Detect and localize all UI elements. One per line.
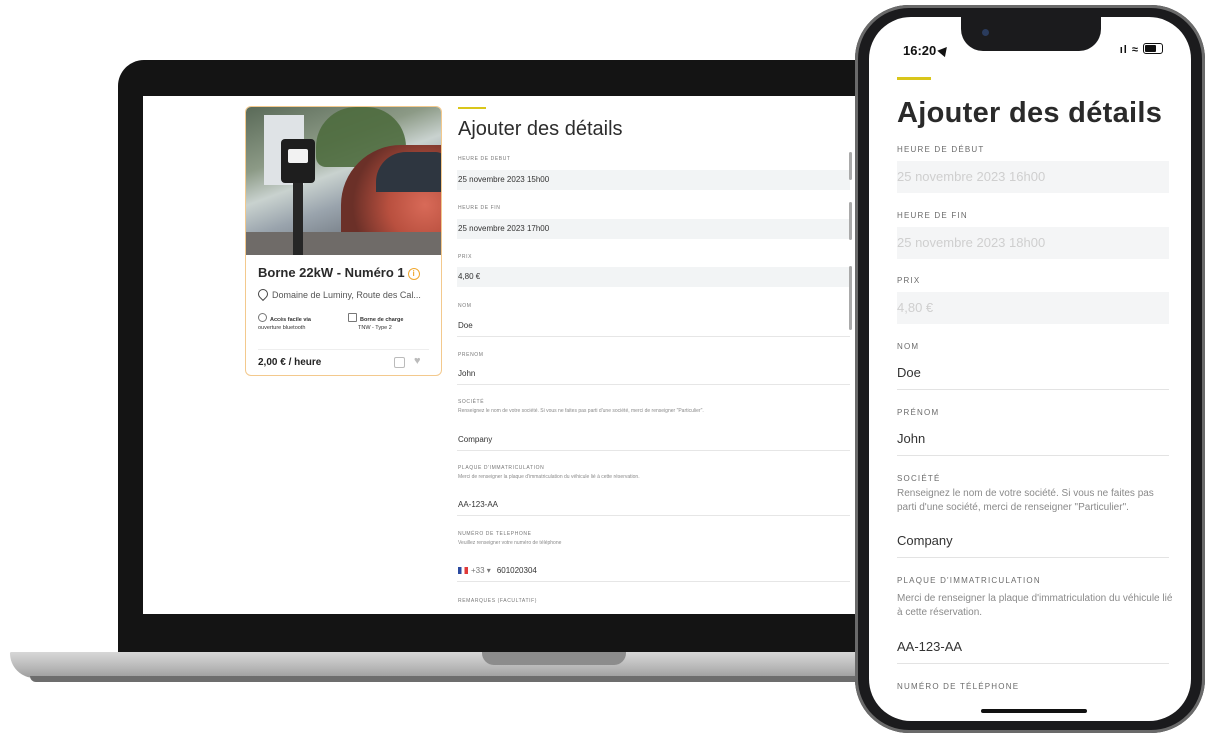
card-title: Borne 22kW - Numéro 1i [258, 265, 420, 280]
start-time-label: HEURE DE DEBUT [458, 156, 511, 162]
plug-icon [348, 313, 357, 322]
plate-help: Merci de renseigner la plaque d'immatric… [458, 474, 640, 480]
company-help: Renseignez le nom de votre société. Si v… [458, 408, 704, 414]
lastname-label: NOM [458, 303, 472, 309]
price-label: PRIX [897, 276, 921, 285]
company-input[interactable]: Company [897, 525, 1169, 558]
end-time-field[interactable]: 25 novembre 2023 17h00 [457, 219, 850, 239]
feature-bluetooth: Accès facile via ouverture bluetooth [258, 313, 311, 332]
plate-label: PLAQUE D'IMMATRICULATION [458, 465, 545, 471]
card-price: 2,00 € / heure [258, 357, 322, 368]
end-time-label: HEURE DE FIN [897, 211, 968, 220]
lastname-input[interactable]: Doe [457, 316, 850, 337]
battery-icon [1143, 43, 1163, 54]
firstname-label: PRENOM [458, 352, 484, 358]
scrollbar-2[interactable] [849, 202, 852, 240]
price-field[interactable]: 4,80 € [897, 292, 1169, 324]
signal-wifi-icon: ıl ≈ [1119, 44, 1139, 56]
page-title: Ajouter des détails [458, 118, 623, 140]
lastname-label: NOM [897, 342, 920, 351]
price-label: PRIX [458, 254, 473, 260]
plate-help: Merci de renseigner la plaque d'immatric… [897, 593, 1173, 618]
phone-screen: 16:20 ıl ≈ Ajouter des détails HEURE DE … [869, 17, 1191, 721]
company-help: Renseignez le nom de votre société. Si v… [897, 488, 1154, 513]
firstname-input[interactable]: John [897, 423, 1169, 456]
company-input[interactable]: Company [457, 430, 850, 451]
plate-input[interactable]: AA-123-AA [897, 631, 1169, 664]
start-time-field[interactable]: 25 novembre 2023 16h00 [897, 161, 1169, 193]
location-pin-icon [255, 286, 271, 302]
phone-frame: 16:20 ıl ≈ Ajouter des détails HEURE DE … [855, 5, 1205, 733]
feature-charger-title: Borne de charge [360, 317, 404, 323]
company-label: SOCIÉTÉ [458, 399, 485, 405]
card-location: Domaine de Luminy, Route des Cal... [255, 286, 421, 302]
bluetooth-icon [258, 313, 267, 322]
card-title-text: Borne 22kW - Numéro 1 [258, 265, 405, 280]
plate-label: PLAQUE D'IMMATRICULATION [897, 576, 1041, 585]
feature-bluetooth-title: Accès facile via [270, 317, 311, 323]
heart-icon[interactable]: ♥ [414, 355, 421, 367]
start-time-label: HEURE DE DÉBUT [897, 145, 985, 154]
photo-car-window [376, 152, 441, 192]
charger-listing-card[interactable]: Borne 22kW - Numéro 1i Domaine de Luminy… [245, 106, 442, 376]
price-field[interactable]: 4,80 € [457, 267, 850, 287]
feature-charger-type: Borne de charge TNW - Type 2 [348, 313, 403, 332]
page-title: Ajouter des détails [897, 97, 1163, 129]
scrollbar[interactable] [849, 152, 852, 180]
status-time: 16:20 [903, 43, 951, 58]
title-accent-bar [458, 107, 486, 109]
phone-input[interactable]: +33 ▾ 601020304 [457, 561, 850, 582]
remarks-label: REMARQUES (FACULTATIF) [458, 598, 538, 604]
info-icon[interactable]: i [407, 268, 420, 280]
status-icons: ıl ≈ [1120, 43, 1163, 56]
card-location-text: Domaine de Luminy, Route des Cal... [272, 290, 421, 300]
phone-help: Veuillez renseigner votre numéro de télé… [458, 540, 562, 546]
end-time-label: HEURE DE FIN [458, 205, 501, 211]
plate-input[interactable]: AA-123-AA [457, 495, 850, 516]
lastname-input[interactable]: Doe [897, 357, 1169, 390]
feature-bluetooth-subtitle: ouverture bluetooth [258, 325, 306, 331]
company-label: SOCIÉTÉ [897, 474, 941, 483]
phone-country-code[interactable]: +33 ▾ [471, 566, 491, 575]
end-time-field[interactable]: 25 novembre 2023 18h00 [897, 227, 1169, 259]
camera-icon [982, 29, 989, 36]
home-indicator[interactable] [981, 709, 1087, 713]
photo-ground [246, 232, 441, 255]
start-time-field[interactable]: 25 novembre 2023 15h00 [457, 170, 850, 190]
bolt-icon [394, 357, 405, 368]
phone-label: NUMÉRO DE TELEPHONE [458, 531, 532, 537]
charger-photo [246, 107, 441, 255]
feature-charger-subtitle: TNW - Type 2 [358, 325, 392, 331]
firstname-input[interactable]: John [457, 364, 850, 385]
firstname-label: PRÉNOM [897, 408, 940, 417]
laptop-notch [482, 652, 626, 665]
phone-number: 601020304 [496, 566, 537, 575]
card-divider [258, 349, 429, 350]
phone-label: NUMÉRO DE TÉLÉPHONE [897, 682, 1020, 691]
title-accent-bar [897, 77, 931, 80]
charger-screen [288, 149, 308, 163]
status-time-text: 16:20 [903, 43, 937, 58]
france-flag-icon[interactable] [458, 567, 468, 574]
location-arrow-icon [937, 43, 951, 58]
